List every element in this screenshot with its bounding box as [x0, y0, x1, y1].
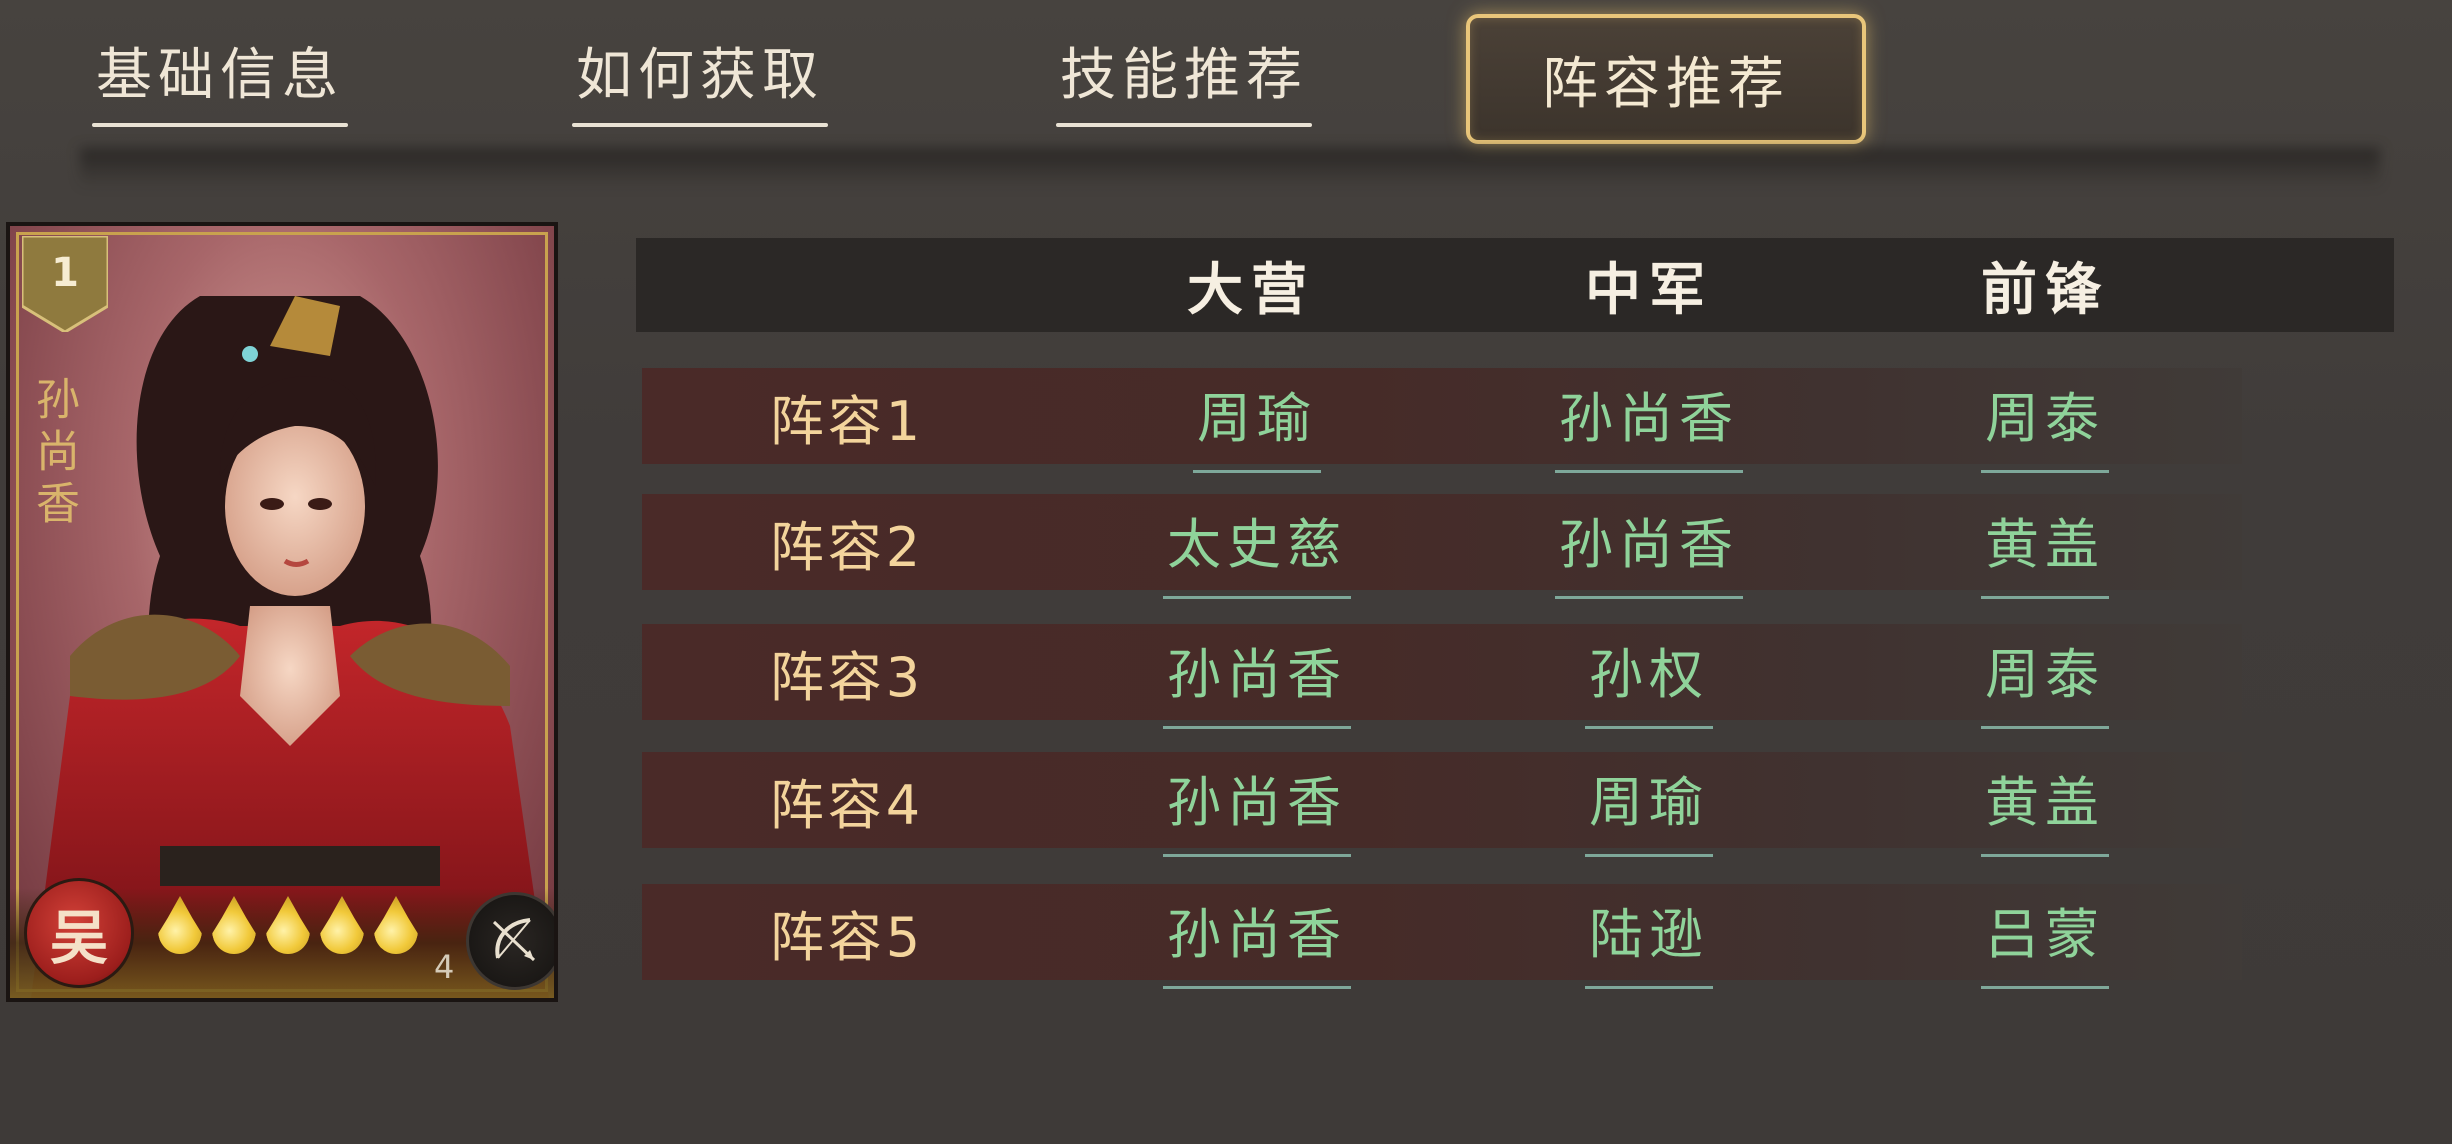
lineup-label: 阵容2 [769, 515, 925, 579]
hero-link[interactable]: 周泰 [1981, 630, 2109, 729]
tab-bar: 基础信息 如何获取 技能推荐 阵容推荐 [0, 0, 2452, 150]
star-drop-icon [320, 896, 364, 954]
rank-badge: 1 [22, 236, 108, 332]
star-drop-icon [266, 896, 310, 954]
tab-basic-info-label: 基础信息 [96, 42, 344, 108]
panel: 基础信息 如何获取 技能推荐 阵容推荐 1 孙尚香 吴 4 大营 中军 前锋 阵… [0, 0, 2452, 1144]
star-drop-icon [212, 896, 256, 954]
table-row: 阵容3 孙尚香 孙权 周泰 [642, 624, 2242, 729]
hero-link[interactable]: 黄盖 [1981, 500, 2109, 599]
tab-lineup-recommend-label: 阵容推荐 [1542, 51, 1790, 117]
column-header-camp: 大营 [1187, 257, 1315, 323]
hero-link[interactable]: 周瑜 [1193, 374, 1321, 473]
table-row: 阵容2 太史慈 孙尚香 黄盖 [642, 494, 2242, 599]
tab-basic-info[interactable]: 基础信息 [70, 18, 370, 132]
hero-link[interactable]: 孙尚香 [1163, 630, 1351, 729]
column-header-center: 中军 [1585, 257, 1713, 323]
hero-link[interactable]: 吕蒙 [1981, 890, 2109, 989]
rank-number: 1 [51, 250, 79, 296]
hero-link[interactable]: 陆逊 [1585, 890, 1713, 989]
lineup-label: 阵容3 [769, 645, 925, 709]
column-header-vanguard: 前锋 [1981, 257, 2109, 323]
hero-link[interactable]: 周瑜 [1585, 758, 1713, 857]
hero-link[interactable]: 周泰 [1981, 374, 2109, 473]
tab-skill-recommend-label: 技能推荐 [1060, 42, 1308, 108]
hero-link[interactable]: 孙尚香 [1163, 758, 1351, 857]
bow-icon [466, 892, 554, 990]
cost-value: 4 [434, 948, 455, 986]
tab-underline [1056, 122, 1312, 127]
hero-link[interactable]: 黄盖 [1981, 758, 2109, 857]
table-row: 阵容5 孙尚香 陆逊 吕蒙 [642, 884, 2242, 989]
hero-link[interactable]: 孙尚香 [1555, 374, 1743, 473]
tab-skill-recommend[interactable]: 技能推荐 [1034, 18, 1334, 132]
hero-link[interactable]: 太史慈 [1163, 500, 1351, 599]
star-drop-icon [158, 896, 202, 954]
tab-how-to-obtain[interactable]: 如何获取 [550, 18, 850, 132]
tab-lineup-recommend[interactable]: 阵容推荐 [1466, 14, 1866, 144]
lineup-label: 阵容1 [769, 389, 925, 453]
hero-link[interactable]: 孙尚香 [1555, 500, 1743, 599]
hero-name: 孙尚香 [28, 376, 79, 532]
tab-underline [92, 122, 348, 127]
tab-bar-shadow [80, 148, 2380, 188]
hero-card[interactable]: 1 孙尚香 吴 4 [6, 222, 558, 1002]
lineup-table-header: 大营 中军 前锋 [636, 238, 2394, 332]
table-row: 阵容4 孙尚香 周瑜 黄盖 [642, 752, 2242, 857]
star-rating [158, 896, 418, 954]
tab-how-to-obtain-label: 如何获取 [576, 42, 824, 108]
hero-link[interactable]: 孙权 [1585, 630, 1713, 729]
star-drop-icon [374, 896, 418, 954]
tab-underline [572, 122, 828, 127]
table-row: 阵容1 周瑜 孙尚香 周泰 [642, 368, 2242, 473]
faction-badge: 吴 [24, 878, 134, 988]
hero-link[interactable]: 孙尚香 [1163, 890, 1351, 989]
lineup-label: 阵容4 [769, 773, 925, 837]
lineup-label: 阵容5 [769, 905, 925, 969]
